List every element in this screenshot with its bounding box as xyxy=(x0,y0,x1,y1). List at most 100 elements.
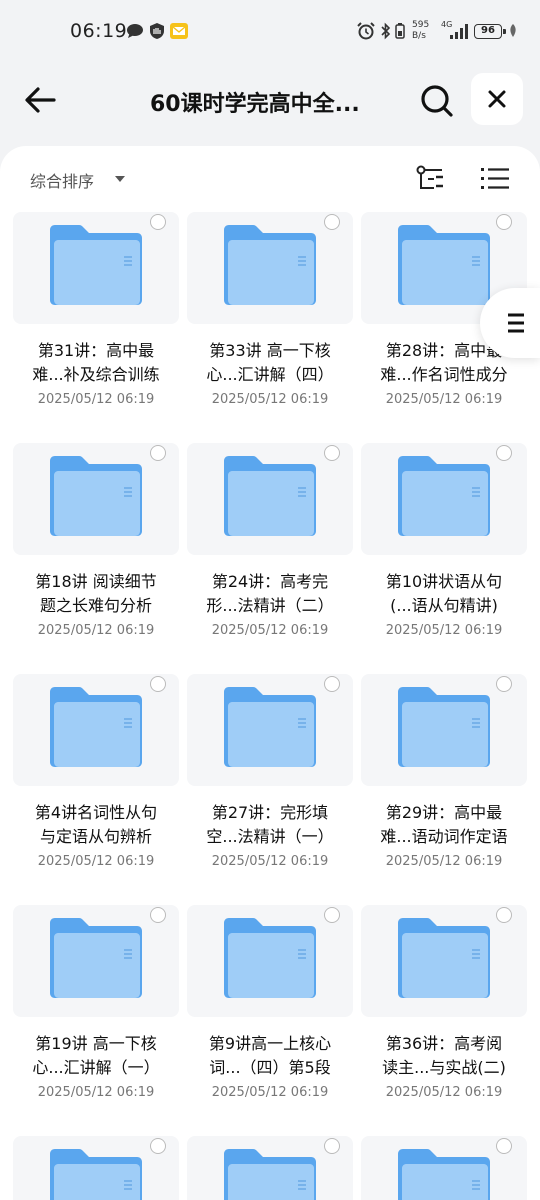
folder-icon xyxy=(50,225,142,305)
folder-icon xyxy=(224,1149,316,1200)
sort-dropdown[interactable]: 综合排序 xyxy=(30,168,94,192)
folder-date: 2025/05/12 06:19 xyxy=(385,1085,503,1100)
select-checkbox[interactable] xyxy=(324,907,340,923)
page-title: 60课时学完高中全... xyxy=(150,92,360,117)
select-checkbox[interactable] xyxy=(150,1138,166,1154)
message-bubble-icon xyxy=(127,24,143,38)
select-checkbox[interactable] xyxy=(496,1138,512,1154)
battery-indicator: 96 xyxy=(474,24,506,39)
folder-name-line2: 词...（四）第5段 xyxy=(209,1058,331,1077)
folder-thumbnail[interactable] xyxy=(13,212,179,324)
hand-shield-icon xyxy=(150,23,164,39)
mail-notification-icon xyxy=(170,23,188,39)
folder-name-line2: 形...法精讲（二） xyxy=(206,596,334,615)
folder-thumbnail[interactable] xyxy=(13,443,179,555)
folder-name-line2: 难...补及综合训练 xyxy=(32,365,160,384)
folder-date: 2025/05/12 06:19 xyxy=(37,623,155,638)
folder-icon xyxy=(398,456,490,536)
folder-date: 2025/05/12 06:19 xyxy=(385,392,503,407)
hamburger-menu-icon xyxy=(508,313,524,333)
folder-icon xyxy=(50,456,142,536)
side-menu-handle[interactable] xyxy=(480,288,540,358)
folder-name-line2: (...语从句精讲) xyxy=(390,596,498,615)
folder-name-line2: 难...语动词作定语 xyxy=(380,827,508,846)
search-icon[interactable] xyxy=(414,78,458,122)
folder-icon xyxy=(224,918,316,998)
folder-icon xyxy=(50,1149,142,1200)
folder-name-line1: 第19讲 高一下核 xyxy=(35,1034,157,1053)
folder-name-line2: 空...法精讲（一） xyxy=(206,827,334,846)
folder-name-line1: 第36讲：高考阅 xyxy=(385,1034,503,1053)
select-checkbox[interactable] xyxy=(150,445,166,461)
folder-name-line1: 第18讲 阅读细节 xyxy=(35,572,157,591)
select-checkbox[interactable] xyxy=(324,1138,340,1154)
folder-icon xyxy=(224,225,316,305)
select-checkbox[interactable] xyxy=(324,676,340,692)
sort-toolbar: 综合排序 xyxy=(0,146,540,212)
back-arrow-icon[interactable] xyxy=(20,80,60,120)
network-speed: 595 B/s xyxy=(412,20,429,42)
folder-name-line2: 难...作名词性成分 xyxy=(380,365,508,384)
select-checkbox[interactable] xyxy=(496,445,512,461)
file-list-panel: 综合排序 第31讲：高中最 难...补及综合训练 2025/05/12 06:19 第… xyxy=(0,146,540,1200)
folder-icon xyxy=(50,687,142,767)
folder-name-line1: 第31讲：高中最 xyxy=(37,341,155,360)
net-speed-value: 595 xyxy=(412,20,430,30)
folder-date: 2025/05/12 06:19 xyxy=(37,854,155,869)
folder-thumbnail[interactable] xyxy=(361,1136,527,1200)
select-checkbox[interactable] xyxy=(496,907,512,923)
folder-thumbnail[interactable] xyxy=(13,674,179,786)
folder-name-line2: 心...汇讲解（四） xyxy=(206,365,334,384)
caret-down-icon[interactable] xyxy=(115,176,125,182)
folder-thumbnail[interactable] xyxy=(187,905,353,1017)
folder-icon xyxy=(398,918,490,998)
select-checkbox[interactable] xyxy=(324,214,340,230)
folder-thumbnail[interactable] xyxy=(361,443,527,555)
folder-name-line1: 第9讲高一上核心 xyxy=(208,1034,332,1053)
select-checkbox[interactable] xyxy=(496,676,512,692)
folder-date: 2025/05/12 06:19 xyxy=(37,392,155,407)
folder-name-line1: 第29讲：高中最 xyxy=(385,803,503,822)
folder-thumbnail[interactable] xyxy=(187,212,353,324)
folder-icon xyxy=(398,687,490,767)
leaf-icon xyxy=(510,24,516,37)
folder-date: 2025/05/12 06:19 xyxy=(37,1085,155,1100)
close-button[interactable] xyxy=(471,73,523,125)
folder-name-line1: 第10讲状语从句 xyxy=(385,572,503,591)
folder-icon xyxy=(398,1149,490,1200)
directory-tree-icon[interactable] xyxy=(414,162,448,196)
list-view-icon[interactable] xyxy=(478,162,512,196)
folder-thumbnail[interactable] xyxy=(187,674,353,786)
net-speed-unit: B/s xyxy=(412,31,426,41)
folder-date: 2025/05/12 06:19 xyxy=(211,854,329,869)
folder-date: 2025/05/12 06:19 xyxy=(385,854,503,869)
folder-date: 2025/05/12 06:19 xyxy=(211,1085,329,1100)
folder-thumbnail[interactable] xyxy=(13,1136,179,1200)
select-checkbox[interactable] xyxy=(496,214,512,230)
alarm-clock-icon xyxy=(357,22,375,40)
status-time: 06:19 xyxy=(70,20,128,42)
folder-name-line1: 第24讲：高考完 xyxy=(211,572,329,591)
folder-thumbnail[interactable] xyxy=(361,674,527,786)
select-checkbox[interactable] xyxy=(150,907,166,923)
close-icon xyxy=(488,90,506,108)
folder-icon xyxy=(224,456,316,536)
select-checkbox[interactable] xyxy=(150,676,166,692)
select-checkbox[interactable] xyxy=(150,214,166,230)
select-checkbox[interactable] xyxy=(324,445,340,461)
folder-date: 2025/05/12 06:19 xyxy=(211,623,329,638)
folder-thumbnail[interactable] xyxy=(13,905,179,1017)
folder-name-line2: 读主...与实战(二) xyxy=(382,1058,506,1077)
folder-icon xyxy=(224,687,316,767)
status-bar: 06:19 595 B/s 4G 96 xyxy=(0,0,540,64)
folder-thumbnail[interactable] xyxy=(187,1136,353,1200)
folder-icon xyxy=(50,918,142,998)
battery-saver-icon xyxy=(395,23,405,39)
folder-name-line2: 心...汇讲解（一） xyxy=(32,1058,160,1077)
folder-thumbnail[interactable] xyxy=(187,443,353,555)
folder-date: 2025/05/12 06:19 xyxy=(385,623,503,638)
folder-name-line2: 题之长难句分析 xyxy=(39,596,152,615)
folder-thumbnail[interactable] xyxy=(361,905,527,1017)
folder-icon xyxy=(398,225,490,305)
folder-name-line2: 与定语从句辨析 xyxy=(39,827,152,846)
